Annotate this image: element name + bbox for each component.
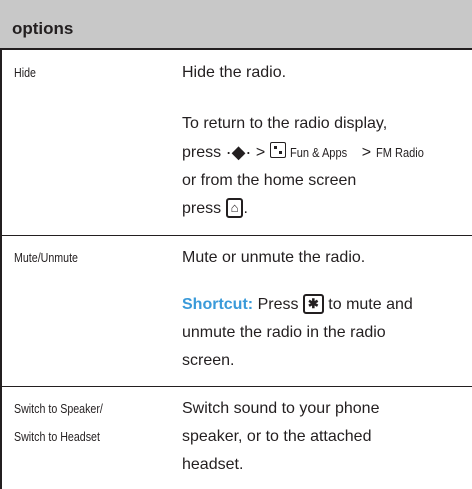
hide-return-line2: press ·◆· > Fun & Apps > FM Radio <box>182 138 467 167</box>
mute-shortcut: Shortcut: Press ✱ to mute and unmute the… <box>182 291 467 375</box>
period: . <box>243 200 248 217</box>
switch-desc-line1: Switch sound to your phone <box>182 400 380 417</box>
hide-return-line4: press ⌂. <box>182 195 467 223</box>
mute-desc-main: Mute or unmute the radio. <box>182 249 366 266</box>
menu-fm-radio: FM Radio <box>375 145 424 160</box>
fun-apps-icon <box>269 142 286 158</box>
table-row-switch: Switch to Speaker/ Switch to Headset Swi… <box>0 387 472 489</box>
header-title: options <box>12 19 74 38</box>
press-text: press <box>182 144 222 161</box>
press-text: Press <box>257 296 299 313</box>
shortcut-line1: Shortcut: Press ✱ to mute and <box>182 291 467 319</box>
menu-fun-apps: Fun & Apps <box>290 145 348 160</box>
press-text: press <box>182 200 222 217</box>
hide-return-line3: or from the home screen <box>182 172 357 189</box>
hide-desc-main: Hide the radio. <box>182 64 287 81</box>
arrow-separator: > <box>255 144 266 161</box>
navigation-key-icon: ·◆· <box>225 142 252 162</box>
home-key-icon: ⌂ <box>225 198 244 218</box>
switch-description: Switch sound to your phone speaker, or t… <box>182 395 467 479</box>
shortcut-line3: screen. <box>182 352 235 369</box>
hide-description: Hide the radio. <box>182 59 286 87</box>
hide-return-line1: To return to the radio display, <box>182 115 388 132</box>
option-switch-headset: Switch to Headset <box>14 429 100 444</box>
options-table: options Hide Hide the radio. To return t… <box>0 0 472 489</box>
table-row-hide: Hide Hide the radio. To return to the ra… <box>0 50 472 235</box>
switch-desc-line3: headset. <box>182 456 244 473</box>
option-mute-unmute: Mute/Unmute <box>14 250 78 265</box>
shortcut-label: Shortcut: <box>182 296 254 313</box>
switch-desc-line2: speaker, or to the attached <box>182 428 372 445</box>
arrow-separator: > <box>361 144 372 161</box>
hide-return-instructions: To return to the radio display, press ·◆… <box>182 110 467 223</box>
mute-description: Mute or unmute the radio. <box>182 244 365 272</box>
star-key-icon: ✱ <box>302 294 324 314</box>
table-row-mute: Mute/Unmute Mute or unmute the radio. Sh… <box>0 236 472 386</box>
shortcut-line2: unmute the radio in the radio <box>182 324 386 341</box>
shortcut-rest: to mute and <box>328 296 413 313</box>
option-switch-speaker: Switch to Speaker/ <box>14 401 103 416</box>
table-header: options <box>0 0 472 50</box>
option-hide: Hide <box>14 65 36 80</box>
